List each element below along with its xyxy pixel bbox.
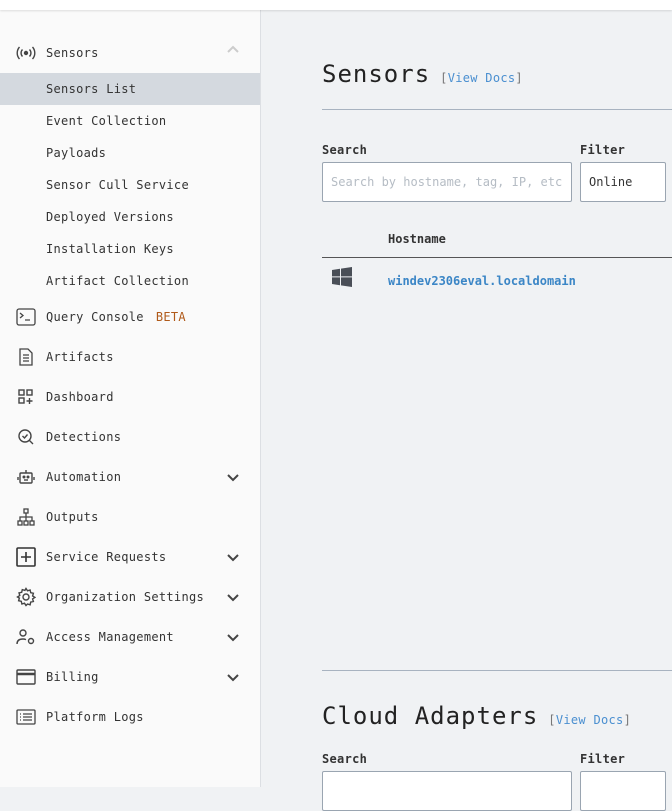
sidebar-item-label: Access Management [46, 630, 174, 644]
sidebar-item-text: Artifacts [46, 350, 114, 364]
sidebar-item-query-console[interactable]: Query Console BETA [0, 297, 260, 337]
cloud-search-input[interactable] [322, 771, 572, 811]
plus-box-icon [16, 547, 36, 567]
bracket: ] [623, 713, 632, 727]
bracket: [ [548, 713, 556, 727]
sidebar-item-label: Organization Settings [46, 590, 205, 604]
hierarchy-icon [16, 507, 36, 527]
chevron-down-icon[interactable] [226, 630, 240, 644]
sidebar-item-label: Sensor Cull Service [46, 178, 189, 192]
sidebar-item-automation[interactable]: Automation [0, 457, 260, 497]
sidebar-item-label: Sensors [46, 46, 99, 60]
sidebar-item-text: Detections [46, 430, 121, 444]
sidebar-subitem-payloads[interactable]: Payloads [0, 137, 260, 169]
gear-icon [16, 587, 36, 607]
chevron-down-icon[interactable] [226, 470, 240, 484]
broadcast-icon [16, 43, 36, 63]
sidebar-item-artifacts[interactable]: Artifacts [0, 337, 260, 377]
sidebar-item-text: Outputs [46, 510, 99, 524]
sidebar-item-platform-logs[interactable]: Platform Logs [0, 697, 260, 737]
sidebar-item-service-requests[interactable]: Service Requests [0, 537, 260, 577]
sensors-heading: Sensors [View Docs] [322, 60, 523, 88]
grid-plus-icon [16, 387, 36, 407]
filter-select[interactable]: Online [580, 162, 666, 202]
sidebar-item-text: Dashboard [46, 390, 114, 404]
sidebar-item-label: Event Collection [46, 114, 167, 128]
chevron-down-icon[interactable] [226, 670, 240, 684]
sidebar-item-outputs[interactable]: Outputs [0, 497, 260, 537]
sidebar-item-label: Payloads [46, 146, 107, 160]
sidebar-item-dashboard[interactable]: Dashboard [0, 377, 260, 417]
credit-card-icon [16, 667, 36, 687]
bracket: ] [515, 71, 523, 85]
search-label: Search [322, 752, 368, 766]
sidebar-item-organization-settings[interactable]: Organization Settings [0, 577, 260, 617]
cloud-filter-select[interactable] [580, 771, 666, 811]
search-input[interactable] [322, 162, 572, 202]
sidebar-item-label: Deployed Versions [46, 210, 174, 224]
sidebar-item-label: Dashboard [46, 390, 114, 404]
sidebar-item-label: Artifacts [46, 350, 114, 364]
column-header-hostname[interactable]: Hostname [388, 232, 446, 246]
view-docs-label: View Docs [447, 71, 516, 85]
windows-icon [332, 267, 352, 291]
top-bar [0, 0, 672, 10]
sidebar-item-label: Artifact Collection [46, 274, 189, 288]
sidebar-item-detections[interactable]: Detections [0, 417, 260, 457]
sidebar: Sensors Sensors List Event Collection Payl… [0, 10, 261, 787]
divider [322, 109, 672, 110]
bracket: [ [440, 71, 448, 85]
sidebar-item-text: Organization Settings [46, 590, 204, 604]
sidebar-subitem-installation-keys[interactable]: Installation Keys [0, 233, 260, 265]
sidebar-item-label: Installation Keys [46, 242, 174, 256]
robot-icon [16, 467, 36, 487]
page-title: Sensors [322, 60, 431, 88]
view-docs-link[interactable]: [View Docs] [548, 713, 631, 727]
document-icon [16, 347, 36, 367]
sidebar-subitem-event-collection[interactable]: Event Collection [0, 105, 260, 137]
sidebar-subitem-deployed-versions[interactable]: Deployed Versions [0, 201, 260, 233]
table-header-divider [322, 257, 672, 258]
sidebar-item-label: Sensors List [46, 82, 137, 96]
sidebar-item-label: Automation [46, 470, 122, 484]
sidebar-item-label: Outputs [46, 510, 99, 524]
list-icon [16, 707, 36, 727]
sidebar-subitem-sensor-cull-service[interactable]: Sensor Cull Service [0, 169, 260, 201]
sidebar-item-text: Automation [46, 470, 121, 484]
search-label: Search [322, 143, 368, 157]
sidebar-item-label: Service Requests [46, 550, 167, 564]
sidebar-item-label: Query Console [46, 310, 144, 324]
cloud-adapters-heading: Cloud Adapters [View Docs] [322, 702, 631, 730]
divider [322, 670, 672, 671]
chevron-up-icon[interactable] [226, 43, 240, 57]
sidebar-item-billing[interactable]: Billing [0, 657, 260, 697]
sidebar-item-sensors[interactable]: Sensors [0, 33, 260, 73]
sidebar-item-text: Billing [46, 670, 99, 684]
user-gear-icon [16, 627, 36, 647]
sidebar-item-label: Platform Logs [46, 710, 144, 724]
chevron-down-icon[interactable] [226, 590, 240, 604]
sidebar-item-text: Access Management [46, 630, 174, 644]
view-docs-label: View Docs [555, 713, 624, 727]
sidebar-item-label: Billing [46, 670, 99, 684]
beta-badge: BETA [155, 310, 186, 324]
hostname-link[interactable]: windev2306eval.localdomain [388, 274, 576, 288]
sidebar-item-text: Query Console BETA [46, 310, 186, 324]
sidebar-item-access-management[interactable]: Access Management [0, 617, 260, 657]
sidebar-item-label: Detections [46, 430, 122, 444]
main-content: Sensors[View Docs] Search Filter Online … [261, 10, 672, 811]
search-check-icon [16, 427, 36, 447]
sidebar-item-text: Platform Logs [46, 710, 144, 724]
terminal-icon [16, 307, 36, 327]
section-title: Cloud Adapters [322, 702, 539, 730]
sidebar-subitem-sensors-list[interactable]: Sensors List [0, 73, 260, 105]
sidebar-item-text: Service Requests [46, 550, 166, 564]
view-docs-link[interactable]: [View Docs] [440, 71, 523, 85]
chevron-down-icon[interactable] [226, 550, 240, 564]
sidebar-subitem-artifact-collection[interactable]: Artifact Collection [0, 265, 260, 297]
filter-label: Filter [580, 752, 626, 766]
filter-label: Filter [580, 143, 626, 157]
